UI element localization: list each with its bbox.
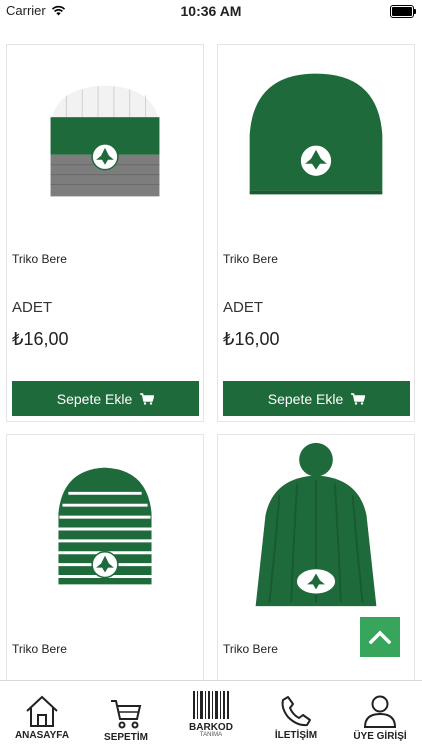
product-name: Triko Bere — [12, 642, 67, 656]
status-bar: Carrier 10:36 AM — [0, 0, 422, 22]
tab-home-label: ANASAYFA — [14, 730, 70, 741]
add-to-cart-label: Sepete Ekle — [267, 390, 344, 407]
tab-contact[interactable]: İLETİŞİM — [254, 681, 338, 751]
product-name: Triko Bere — [12, 252, 67, 266]
product-price: ₺16,00 — [12, 329, 69, 349]
product-price: ₺16,00 — [223, 329, 280, 349]
tab-home[interactable]: ANASAYFA — [0, 681, 84, 751]
product-card[interactable]: Triko Bere ADET ₺16,00 Sepete Ekle — [217, 44, 415, 422]
tab-barcode[interactable]: BARKOD TANIMA — [168, 681, 254, 751]
add-to-cart-button[interactable]: Sepete Ekle — [223, 381, 410, 416]
cart-icon — [351, 392, 366, 405]
product-name: Triko Bere — [223, 252, 278, 266]
add-to-cart-label: Sepete Ekle — [56, 390, 133, 407]
beanie-striped-image — [50, 85, 160, 197]
chevron-up-icon — [369, 630, 391, 644]
tab-contact-label: İLETİŞİM — [274, 730, 318, 741]
tab-barcode-sublabel: TANIMA — [199, 732, 223, 738]
cart-icon — [111, 700, 142, 729]
bottom-tab-bar: ANASAYFA SEPETİM BARKOD TANIMA İLETİŞİM — [0, 680, 422, 751]
home-icon — [26, 695, 58, 727]
product-card[interactable]: Triko Bere ADET ₺16,00 Sepete Ekle — [6, 44, 204, 422]
add-to-cart-button[interactable]: Sepete Ekle — [12, 381, 199, 416]
barcode-icon — [193, 691, 229, 719]
cart-icon — [140, 392, 155, 405]
tab-cart[interactable]: SEPETİM — [84, 681, 168, 751]
clock: 10:36 AM — [180, 3, 242, 19]
scroll-to-top-button[interactable] — [360, 617, 400, 657]
beanie-white-striped-image — [58, 467, 152, 585]
product-name: Triko Bere — [223, 642, 278, 656]
battery-icon — [390, 5, 416, 18]
product-card[interactable]: Triko Bere — [6, 434, 204, 684]
phone-icon — [281, 696, 311, 727]
tab-login[interactable]: ÜYE GİRİŞİ — [338, 681, 422, 751]
product-unit: ADET — [12, 299, 53, 316]
tab-login-label: ÜYE GİRİŞİ — [353, 731, 407, 742]
beanie-green-image — [249, 73, 383, 195]
tab-cart-label: SEPETİM — [104, 732, 148, 743]
user-icon — [363, 695, 397, 728]
beanie-pompom-image — [255, 442, 377, 607]
product-unit: ADET — [223, 299, 264, 316]
